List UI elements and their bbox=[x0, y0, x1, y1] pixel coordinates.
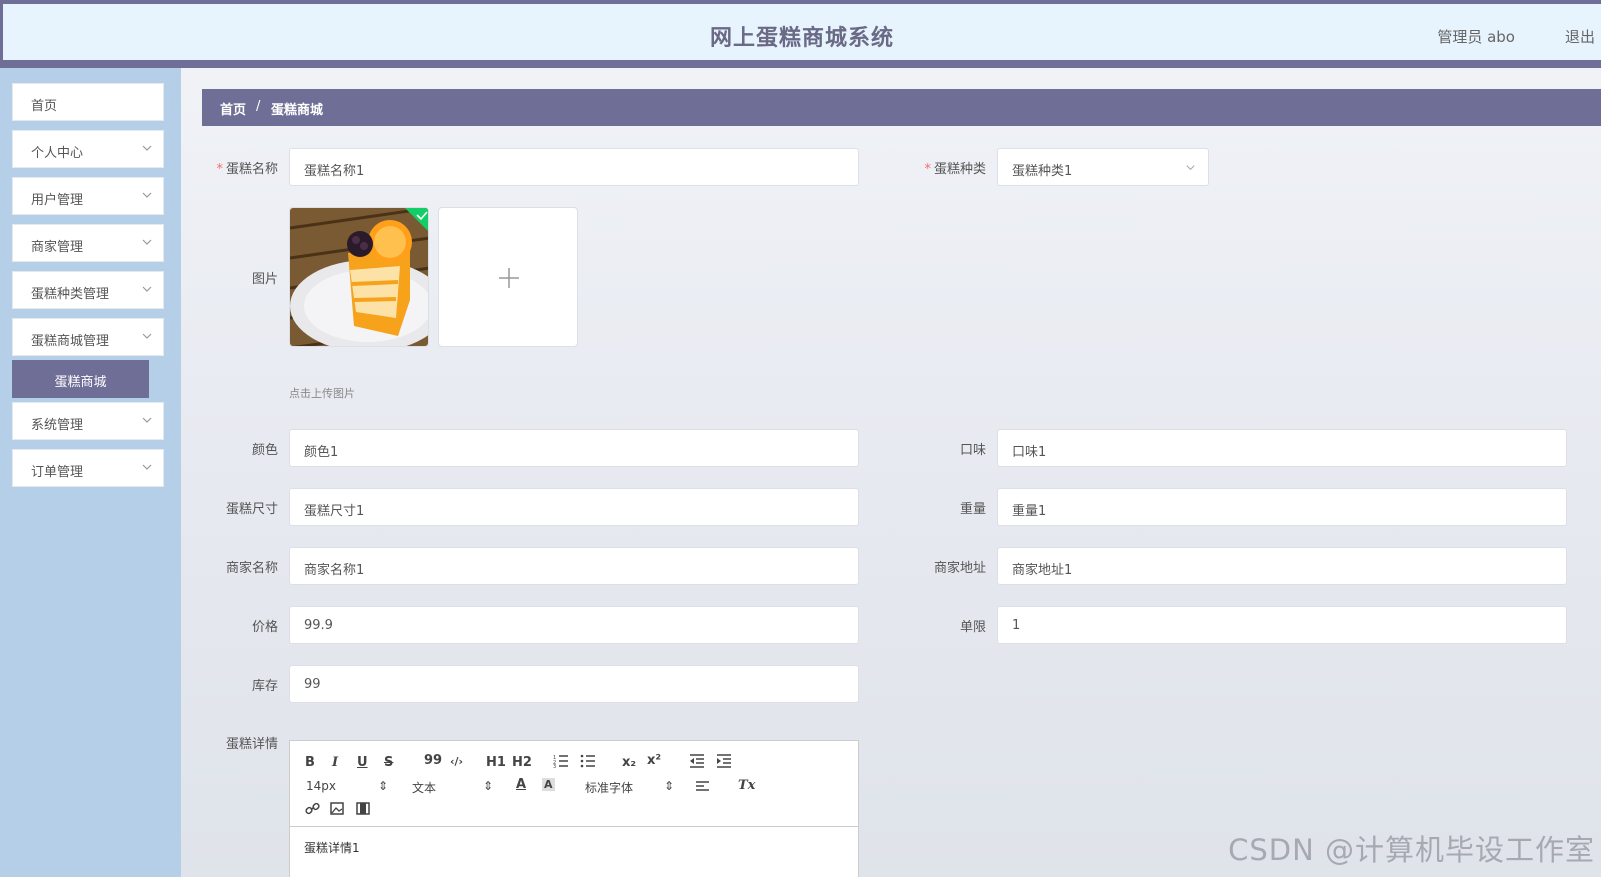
price-label: 价格 bbox=[251, 620, 278, 635]
taste-input[interactable]: 口味1 bbox=[997, 429, 1567, 467]
sidebar-item-cake-shop[interactable]: 蛋糕商城管理 bbox=[12, 318, 164, 356]
sidebar-subitem-cake-shop[interactable]: 蛋糕商城 bbox=[12, 360, 149, 398]
shop-address-label: 商家地址 bbox=[933, 561, 986, 576]
size-input[interactable]: 蛋糕尺寸1 bbox=[289, 488, 859, 526]
chevron-down-icon bbox=[142, 239, 152, 245]
stock-input[interactable]: 99 bbox=[289, 665, 859, 703]
rich-text-editor: B I U S 99 ‹/› H1 H2 123 x₂ x² 14px ⇕ 文本… bbox=[289, 740, 859, 877]
blockquote-button[interactable]: 99 bbox=[424, 753, 442, 768]
ordered-list-icon[interactable]: 123 bbox=[553, 754, 569, 768]
limit-input[interactable]: 1 bbox=[997, 606, 1567, 644]
clear-format-button[interactable]: Tx bbox=[738, 778, 755, 793]
color-input[interactable]: 颜色1 bbox=[289, 429, 859, 467]
sidebar-item-system[interactable]: 系统管理 bbox=[12, 402, 164, 440]
breadcrumb: 首页 / 蛋糕商城 bbox=[202, 89, 1601, 126]
image-label: 图片 bbox=[251, 272, 278, 287]
breadcrumb-home[interactable]: 首页 bbox=[220, 99, 246, 118]
upload-tip: 点击上传图片 bbox=[289, 387, 355, 400]
chevron-down-icon bbox=[1186, 165, 1195, 171]
upload-image-button[interactable] bbox=[438, 207, 578, 347]
bold-button[interactable]: B bbox=[305, 755, 315, 770]
bullet-list-icon[interactable] bbox=[580, 754, 596, 768]
breadcrumb-current: 蛋糕商城 bbox=[271, 103, 324, 118]
font-family-select[interactable]: 标准字体 bbox=[585, 779, 633, 796]
chevron-down-icon bbox=[142, 145, 152, 151]
taste-label: 口味 bbox=[959, 443, 986, 458]
image-icon[interactable] bbox=[330, 802, 344, 815]
user-info: 管理员 abo bbox=[1437, 28, 1515, 46]
sidebar-item-home[interactable]: 首页 bbox=[12, 83, 164, 121]
cake-image-thumbnail[interactable] bbox=[289, 207, 429, 347]
chevron-down-icon bbox=[142, 192, 152, 198]
font-family-arrows-icon: ⇕ bbox=[664, 779, 675, 793]
background-color-icon[interactable]: A bbox=[542, 778, 555, 791]
sidebar-item-label: 个人中心 bbox=[31, 146, 84, 161]
sidebar-item-users[interactable]: 用户管理 bbox=[12, 177, 164, 215]
app-title: 网上蛋糕商城系统 bbox=[709, 26, 894, 51]
breadcrumb-separator: / bbox=[256, 99, 261, 114]
sidebar-item-personal-center[interactable]: 个人中心 bbox=[12, 130, 164, 168]
superscript-button[interactable]: x² bbox=[647, 753, 661, 768]
editor-content[interactable]: 蛋糕详情1 bbox=[304, 839, 360, 856]
editor-toolbar: B I U S 99 ‹/› H1 H2 123 x₂ x² 14px ⇕ 文本… bbox=[290, 741, 858, 827]
heading1-button[interactable]: H1 bbox=[486, 755, 506, 770]
sidebar-item-orders[interactable]: 订单管理 bbox=[12, 449, 164, 487]
chevron-down-icon bbox=[142, 464, 152, 470]
shop-address-input[interactable]: 商家地址1 bbox=[997, 547, 1567, 585]
shop-name-input[interactable]: 商家名称1 bbox=[289, 547, 859, 585]
subscript-button[interactable]: x₂ bbox=[622, 755, 636, 770]
font-size-select[interactable]: 14px bbox=[306, 779, 336, 793]
sidebar-item-label: 系统管理 bbox=[31, 418, 84, 433]
name-label: * 蛋糕名称 bbox=[216, 162, 278, 177]
chevron-down-icon bbox=[142, 417, 152, 423]
code-block-button[interactable]: ‹/› bbox=[450, 755, 463, 768]
shop-name-label: 商家名称 bbox=[225, 561, 278, 576]
price-input[interactable]: 99.9 bbox=[289, 606, 859, 644]
plus-icon bbox=[499, 268, 519, 288]
italic-button[interactable]: I bbox=[332, 755, 338, 770]
underline-button[interactable]: U bbox=[357, 755, 368, 770]
sidebar-item-label: 商家管理 bbox=[31, 240, 84, 255]
sidebar-item-merchants[interactable]: 商家管理 bbox=[12, 224, 164, 262]
header-panel: 网上蛋糕商城系统 管理员 abo 退出 bbox=[3, 4, 1601, 60]
sidebar-item-label: 首页 bbox=[31, 99, 58, 114]
size-label: 蛋糕尺寸 bbox=[225, 502, 278, 517]
cake-name-input[interactable]: 蛋糕名称1 bbox=[289, 148, 859, 186]
type-label: * 蛋糕种类 bbox=[924, 162, 986, 177]
cake-photo bbox=[290, 208, 428, 346]
watermark: CSDN @计算机毕设工作室 bbox=[1228, 833, 1595, 867]
detail-label: 蛋糕详情 bbox=[225, 737, 278, 752]
outdent-icon[interactable] bbox=[689, 754, 705, 768]
indent-icon[interactable] bbox=[716, 754, 732, 768]
align-icon[interactable] bbox=[695, 780, 710, 793]
cake-type-value: 蛋糕种类1 bbox=[1012, 164, 1073, 179]
limit-label: 单限 bbox=[959, 620, 986, 635]
sidebar-item-label: 用户管理 bbox=[31, 193, 84, 208]
font-size-arrows-icon: ⇕ bbox=[378, 779, 389, 793]
chevron-down-icon bbox=[142, 333, 152, 339]
sidebar-subitem-label: 蛋糕商城 bbox=[54, 375, 107, 390]
heading2-button[interactable]: H2 bbox=[512, 755, 532, 770]
chevron-down-icon bbox=[142, 286, 152, 292]
svg-text:3: 3 bbox=[553, 764, 556, 768]
logout-button[interactable]: 退出 bbox=[1565, 26, 1595, 47]
color-label: 颜色 bbox=[251, 443, 278, 458]
sidebar: 首页 个人中心 用户管理 商家管理 蛋糕种类管理 蛋糕商城管理 蛋糕商城 系统管… bbox=[0, 68, 181, 877]
sidebar-item-cake-types[interactable]: 蛋糕种类管理 bbox=[12, 271, 164, 309]
link-icon[interactable] bbox=[305, 801, 320, 816]
sidebar-item-label: 蛋糕商城管理 bbox=[31, 334, 110, 349]
top-header: 网上蛋糕商城系统 管理员 abo 退出 bbox=[0, 0, 1601, 68]
text-style-arrows-icon: ⇕ bbox=[483, 779, 494, 793]
font-color-icon[interactable]: A bbox=[516, 777, 526, 792]
text-style-select[interactable]: 文本 bbox=[412, 779, 436, 796]
weight-label: 重量 bbox=[959, 502, 986, 517]
sidebar-item-label: 订单管理 bbox=[31, 465, 84, 480]
stock-label: 库存 bbox=[251, 679, 278, 694]
strike-button[interactable]: S bbox=[384, 755, 393, 770]
weight-input[interactable]: 重量1 bbox=[997, 488, 1567, 526]
cake-type-select[interactable]: 蛋糕种类1 bbox=[997, 148, 1209, 186]
video-icon[interactable] bbox=[356, 802, 370, 815]
sidebar-item-label: 蛋糕种类管理 bbox=[31, 287, 110, 302]
